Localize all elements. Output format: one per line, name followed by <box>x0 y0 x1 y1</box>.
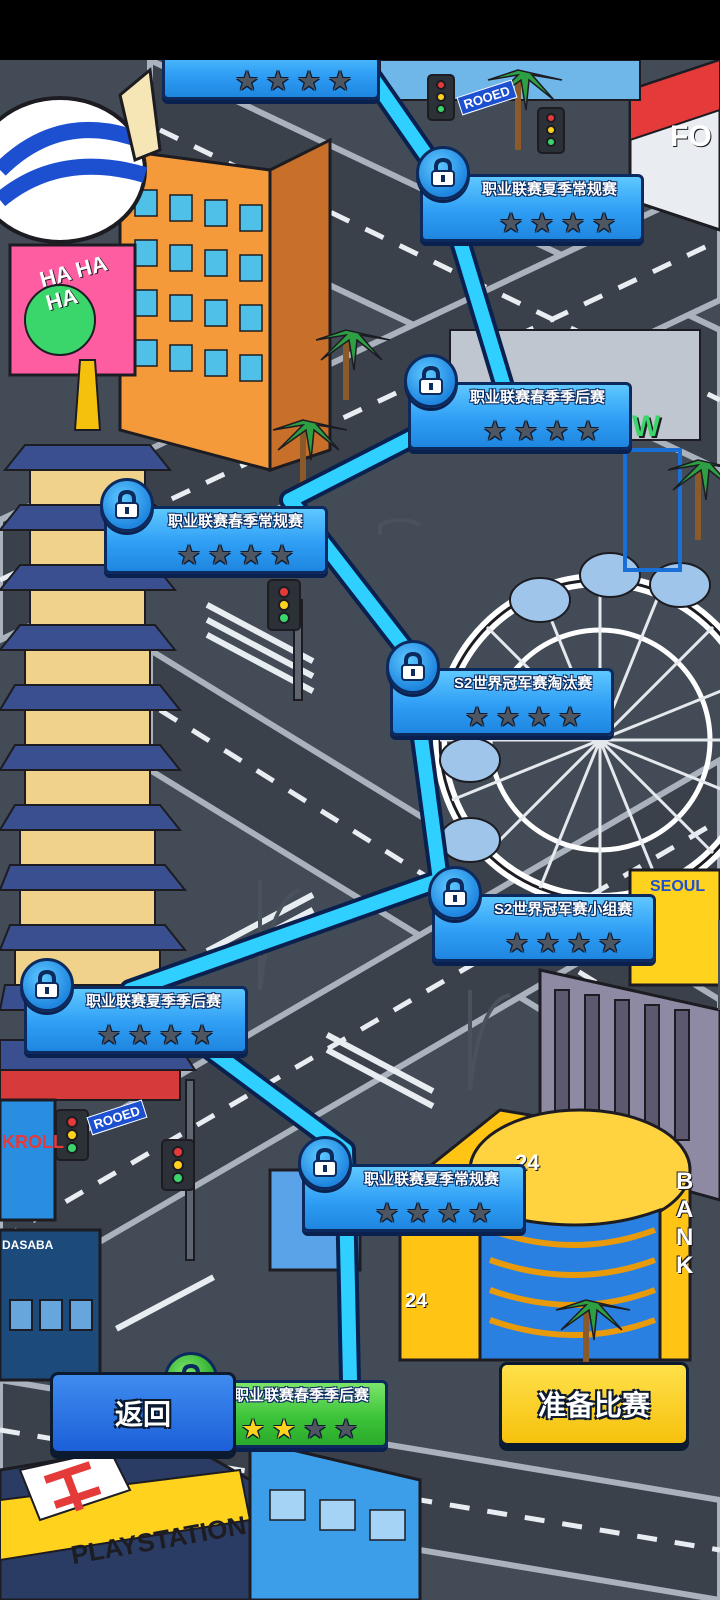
star-icon: ★ <box>557 702 583 732</box>
stage-node-8-current[interactable]: 职业联赛春季季后赛 ★ ★ ★ ★ <box>164 1352 388 1448</box>
stage-node-7[interactable]: 职业联赛夏季常规赛 ★ ★ ★ ★ <box>298 1136 526 1232</box>
star-icon: ★ <box>544 416 570 446</box>
lock-icon <box>404 354 458 408</box>
lock-icon <box>386 640 440 694</box>
star-rating: ★ ★ ★ ★ <box>498 208 617 238</box>
star-icon: ★ <box>176 540 202 570</box>
star-icon: ★ <box>374 1198 400 1228</box>
star-icon: ★ <box>597 928 623 958</box>
star-icon: ★ <box>302 1414 328 1444</box>
star-icon: ★ <box>234 66 260 96</box>
fo-shop-sign: FO <box>670 120 712 153</box>
lock-icon <box>298 1136 352 1190</box>
star-icon: ★ <box>405 1198 431 1228</box>
star-icon: ★ <box>504 928 530 958</box>
prepare-match-button[interactable]: 准备比赛 <box>499 1362 689 1446</box>
star-rating: ★ ★ ★ ★ <box>374 1198 493 1228</box>
star-icon: ★ <box>436 1198 462 1228</box>
stage-title: 职业联赛春季季后赛 <box>470 389 606 406</box>
star-icon: ★ <box>207 540 233 570</box>
star-rating: ★ ★ ★ ★ <box>504 928 623 958</box>
star-icon: ★ <box>265 66 291 96</box>
star-icon: ★ <box>240 1414 266 1444</box>
star-icon: ★ <box>529 208 555 238</box>
stage-node-5[interactable]: S2世界冠军赛小组赛 ★ ★ ★ ★ <box>428 866 656 962</box>
lock-icon <box>416 146 470 200</box>
stage-title: 职业联赛春季常规赛 <box>168 513 304 530</box>
lock-icon <box>428 866 482 920</box>
seoul-billboard-text: SEOUL <box>650 878 706 895</box>
star-rating: ★ ★ ★ ★ <box>482 416 601 446</box>
stage-title: 职业联赛春季季后赛 <box>234 1387 370 1404</box>
star-icon: ★ <box>575 416 601 446</box>
star-icon: ★ <box>560 208 586 238</box>
star-icon: ★ <box>467 1198 493 1228</box>
star-icon: ★ <box>513 416 539 446</box>
star-icon: ★ <box>566 928 592 958</box>
status-bar <box>0 0 720 60</box>
stage-node-1[interactable]: 职业联赛夏季常规赛 ★ ★ ★ ★ <box>416 146 644 242</box>
stage-node-4[interactable]: S2世界冠军赛淘汰赛 ★ ★ ★ ★ <box>386 640 614 736</box>
stage-title: 职业联赛夏季常规赛 <box>482 181 618 198</box>
star-icon: ★ <box>127 1020 153 1050</box>
star-icon: ★ <box>271 1414 297 1444</box>
kroll-poster-text: KROLL <box>2 1132 64 1152</box>
star-icon: ★ <box>535 928 561 958</box>
star-rating: ★ ★ ★ ★ <box>234 66 353 96</box>
star-icon: ★ <box>482 416 508 446</box>
stage-title: 职业联赛夏季季后赛 <box>86 993 222 1010</box>
star-icon: ★ <box>238 540 264 570</box>
stage-node-3[interactable]: 职业联赛春季常规赛 ★ ★ ★ ★ <box>100 478 328 574</box>
back-button[interactable]: 返回 <box>50 1372 236 1454</box>
stage-title: S2世界冠军赛小组赛 <box>494 901 633 918</box>
stage-node-6[interactable]: 职业联赛夏季季后赛 ★ ★ ★ ★ <box>20 958 248 1054</box>
stage-title: S2世界冠军赛淘汰赛 <box>454 675 593 692</box>
stage-node-2[interactable]: 职业联赛春季季后赛 ★ ★ ★ ★ <box>404 354 632 450</box>
star-icon: ★ <box>591 208 617 238</box>
star-icon: ★ <box>327 66 353 96</box>
cmw-sign-letter: W <box>632 410 661 443</box>
star-icon: ★ <box>464 702 490 732</box>
star-icon: ★ <box>495 702 521 732</box>
star-icon: ★ <box>333 1414 359 1444</box>
lock-icon <box>20 958 74 1012</box>
star-rating: ★ ★ ★ ★ <box>240 1414 359 1444</box>
star-icon: ★ <box>269 540 295 570</box>
star-icon: ★ <box>498 208 524 238</box>
star-icon: ★ <box>158 1020 184 1050</box>
star-icon: ★ <box>296 66 322 96</box>
lock-icon <box>100 478 154 532</box>
star-icon: ★ <box>189 1020 215 1050</box>
star-icon: ★ <box>526 702 552 732</box>
star-rating: ★ ★ ★ ★ <box>464 702 583 732</box>
dasaba-poster-text: DASABA <box>2 1238 54 1252</box>
bank-number-24: 24 <box>405 1290 428 1312</box>
stage-title: 职业联赛夏季常规赛 <box>364 1171 500 1188</box>
star-rating: ★ ★ ★ ★ <box>96 1020 215 1050</box>
star-rating: ★ ★ ★ ★ <box>176 540 295 570</box>
star-icon: ★ <box>96 1020 122 1050</box>
bank-sign: BANK <box>676 1168 694 1279</box>
